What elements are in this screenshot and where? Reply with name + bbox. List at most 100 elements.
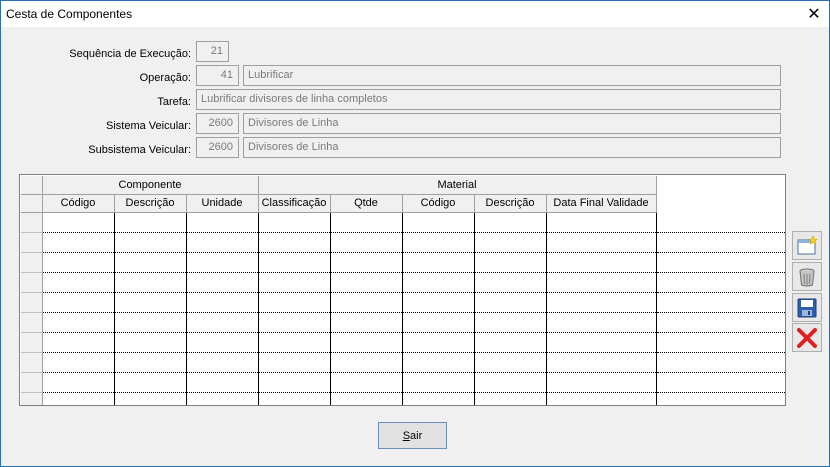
subsistema-code-field[interactable]: 2600 [196,137,239,158]
close-button[interactable]: ✕ [799,1,829,27]
grid-cell[interactable] [330,352,403,373]
grid-cell[interactable] [402,372,475,393]
grid-cell[interactable] [474,372,547,393]
grid-cell[interactable] [186,372,259,393]
col-header-data-final-validade[interactable]: Data Final Validade [546,194,657,213]
grid-cell[interactable] [402,352,475,373]
save-button[interactable] [792,293,822,322]
grid-cell[interactable] [474,312,547,333]
grid-cell[interactable] [402,292,475,313]
sequencia-field[interactable]: 21 [196,41,229,62]
grid-cell[interactable] [258,252,331,273]
grid-cell[interactable] [402,332,475,353]
grid-cell[interactable] [474,352,547,373]
grid-cell[interactable] [474,332,547,353]
delete-row-button[interactable] [792,262,822,291]
col-header-descricao[interactable]: Descrição [114,194,187,213]
grid-cell[interactable] [546,232,657,253]
grid-cell[interactable] [474,232,547,253]
table-row[interactable] [21,352,785,373]
grid-cell[interactable] [474,212,547,233]
grid-cell[interactable] [546,392,657,405]
grid-cell[interactable] [42,252,115,273]
grid-cell[interactable] [330,272,403,293]
grid-cell[interactable] [258,212,331,233]
grid-cell[interactable] [474,272,547,293]
grid-cell[interactable] [546,212,657,233]
grid-cell[interactable] [42,212,115,233]
grid-cell[interactable] [114,372,187,393]
grid-cell[interactable] [258,332,331,353]
grid-cell[interactable] [114,312,187,333]
sistema-code-field[interactable]: 2600 [196,113,239,134]
table-row[interactable] [21,372,785,393]
table-row[interactable] [21,332,785,353]
grid-cell[interactable] [114,352,187,373]
grid-cell[interactable] [474,252,547,273]
grid-cell[interactable] [42,352,115,373]
grid-cell[interactable] [258,352,331,373]
col-header-unidade[interactable]: Unidade [186,194,259,213]
grid-cell[interactable] [186,332,259,353]
grid-cell[interactable] [330,292,403,313]
grid-cell[interactable] [546,352,657,373]
grid-cell[interactable] [42,332,115,353]
grid-cell[interactable] [546,332,657,353]
grid-cell[interactable] [546,372,657,393]
grid-cell[interactable] [546,252,657,273]
grid-cell[interactable] [114,212,187,233]
grid-cell[interactable] [42,272,115,293]
grid-cell[interactable] [330,212,403,233]
grid-cell[interactable] [186,252,259,273]
col-header-codigo[interactable]: Código [42,194,115,213]
grid-cell[interactable] [330,312,403,333]
grid-cell[interactable] [186,392,259,405]
grid-cell[interactable] [402,312,475,333]
table-row[interactable] [21,312,785,333]
grid-cell[interactable] [402,252,475,273]
grid-cell[interactable] [474,392,547,405]
grid-cell[interactable] [186,272,259,293]
grid-cell[interactable] [402,392,475,405]
grid-cell[interactable] [258,312,331,333]
grid-cell[interactable] [186,352,259,373]
grid-cell[interactable] [546,272,657,293]
grid-cell[interactable] [402,272,475,293]
grid-cell[interactable] [402,232,475,253]
grid-cell[interactable] [114,232,187,253]
table-row[interactable] [21,212,785,233]
table-row[interactable] [21,272,785,293]
col-header-material-descricao[interactable]: Descrição [474,194,547,213]
grid-cell[interactable] [330,232,403,253]
col-header-material-codigo[interactable]: Código [402,194,475,213]
grid-cell[interactable] [546,292,657,313]
cancel-button[interactable] [792,323,822,352]
grid-cell[interactable] [114,332,187,353]
sair-button[interactable]: Sair [378,422,447,449]
grid-cell[interactable] [186,232,259,253]
grid-cell[interactable] [330,392,403,405]
grid-cell[interactable] [186,292,259,313]
grid-cell[interactable] [114,292,187,313]
grid-cell[interactable] [258,372,331,393]
grid-cell[interactable] [330,372,403,393]
grid-cell[interactable] [114,392,187,405]
grid-cell[interactable] [330,252,403,273]
components-grid[interactable]: Componente Material Código Descrição Uni… [19,174,786,406]
grid-cell[interactable] [114,272,187,293]
grid-cell[interactable] [114,252,187,273]
grid-cell[interactable] [186,212,259,233]
grid-cell[interactable] [42,312,115,333]
new-row-button[interactable] [792,231,822,260]
grid-cell[interactable] [42,372,115,393]
grid-cell[interactable] [330,332,403,353]
grid-cell[interactable] [402,212,475,233]
grid-cell[interactable] [42,232,115,253]
tarefa-field[interactable]: Lubrificar divisores de linha completos [196,89,781,110]
table-row[interactable] [21,252,785,273]
col-header-qtde[interactable]: Qtde [330,194,403,213]
operacao-code-field[interactable]: 41 [196,65,239,86]
grid-cell[interactable] [42,292,115,313]
table-row[interactable] [21,232,785,253]
grid-cell[interactable] [258,392,331,405]
